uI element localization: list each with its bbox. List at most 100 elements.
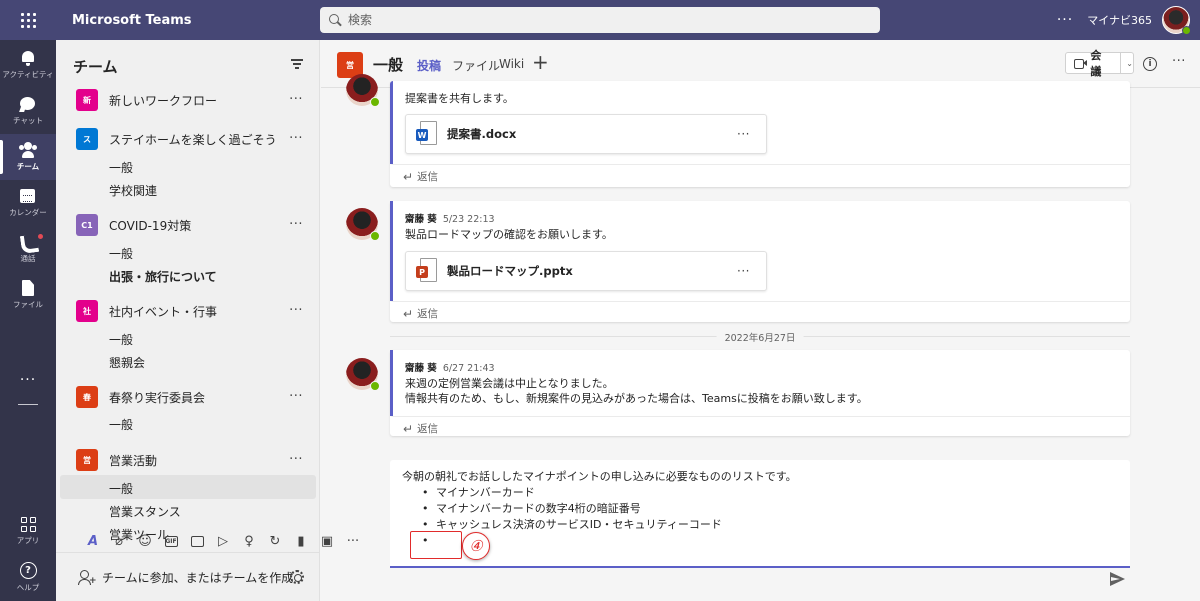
notification-badge: [38, 234, 43, 239]
avatar[interactable]: [346, 74, 380, 107]
gif-icon[interactable]: GIF: [158, 530, 184, 552]
post-message-line: 情報共有のため、もし、新規案件の見込みがあった場合は、Teamsに投稿をお願い致…: [405, 392, 868, 405]
join-or-create-team-link[interactable]: チームに参加、またはチームを作成: [102, 569, 293, 586]
compose-toolbar: A ⌀ ☺ GIF ▷ ♀ ↻ ▮ ▣ ···: [80, 528, 820, 554]
apps-icon: [20, 516, 36, 532]
search-box[interactable]: [320, 7, 880, 33]
rail-item-label: アプリ: [16, 535, 40, 545]
rail-item-label: カレンダー: [9, 208, 47, 217]
team-item-stay-home[interactable]: ス ステイホームを楽しく過ごそう ···: [56, 125, 320, 153]
praise-icon[interactable]: ♀: [236, 530, 262, 552]
approvals-icon[interactable]: ▣: [314, 530, 340, 552]
rail-item-activity[interactable]: アクティビティ: [0, 42, 56, 88]
reply-button[interactable]: ↵ 返信: [390, 301, 1130, 325]
loop-icon[interactable]: ↻: [262, 530, 288, 552]
rail-item-calls[interactable]: 通話: [0, 226, 56, 272]
join-team-icon: +: [78, 570, 97, 586]
rail-item-teams[interactable]: チーム: [0, 134, 56, 180]
channel-item[interactable]: 出張・旅行について: [109, 268, 217, 285]
reply-button[interactable]: ↵ 返信: [390, 416, 1130, 440]
channel-item[interactable]: 一般: [109, 416, 133, 433]
team-more-icon[interactable]: ···: [289, 217, 303, 232]
attachment-card[interactable]: P 製品ロードマップ.pptx ···: [405, 251, 767, 291]
tab-posts[interactable]: 投稿: [417, 57, 442, 84]
sticker-icon[interactable]: [184, 530, 210, 552]
team-item-sales[interactable]: 営 営業活動 ···: [56, 446, 320, 474]
rail-divider: [18, 404, 38, 405]
rail-item-apps[interactable]: アプリ: [0, 508, 56, 554]
word-file-icon: W: [416, 121, 438, 147]
tenant-name[interactable]: マイナビ365: [1087, 12, 1152, 28]
filter-icon[interactable]: [291, 59, 303, 69]
channel-item[interactable]: 学校関連: [109, 182, 157, 199]
post-body: 提案書を共有します。 W 提案書.docx ···: [390, 81, 1130, 164]
meet-button[interactable]: 会議 ⌄: [1065, 49, 1134, 78]
settings-more-icon[interactable]: ···: [1057, 12, 1073, 28]
format-icon[interactable]: A: [80, 530, 106, 552]
team-name: 新しいワークフロー: [109, 93, 218, 108]
reply-icon: ↵: [403, 421, 414, 436]
tab-wiki[interactable]: Wiki: [499, 57, 524, 71]
post-body: 齋藤 葵 6/27 21:43 来週の定例営業会議は中止となりました。 情報共有の…: [390, 350, 1130, 416]
post-meta: 齋藤 葵 5/23 22:13: [405, 211, 1118, 225]
info-icon[interactable]: i: [1143, 57, 1157, 71]
team-avatar: C1: [76, 214, 98, 236]
compose-intro: 今朝の朝礼でお話ししたマイナポイントの申し込みに必要なもののリストです。: [402, 470, 797, 483]
team-more-icon[interactable]: ···: [289, 92, 303, 107]
team-item-spring-festival[interactable]: 春 春祭り実行委員会 ···: [56, 383, 320, 411]
rail-more-apps-icon[interactable]: ···: [0, 372, 56, 388]
team-more-icon[interactable]: ···: [289, 303, 303, 318]
team-more-icon[interactable]: ···: [289, 131, 303, 146]
app-launcher-button[interactable]: [0, 0, 56, 40]
channel-item[interactable]: 一般: [109, 245, 133, 262]
search-input[interactable]: [348, 13, 848, 27]
team-more-icon[interactable]: ···: [289, 452, 303, 467]
bell-icon: [19, 50, 37, 66]
avatar[interactable]: [346, 358, 380, 391]
more-options-icon[interactable]: ···: [1172, 54, 1186, 69]
channel-item[interactable]: 一般: [109, 159, 133, 176]
channel-item-active[interactable]: 一般: [109, 480, 133, 497]
gear-icon[interactable]: [290, 570, 304, 584]
meet-now-icon[interactable]: ▷: [210, 530, 236, 552]
tab-files[interactable]: ファイル: [452, 57, 500, 74]
rail-item-label: チャット: [13, 116, 43, 125]
rail-item-help[interactable]: ? ヘルプ: [0, 554, 56, 600]
team-name: ステイホームを楽しく過ごそう: [109, 132, 277, 147]
channel-item[interactable]: 営業スタンス: [109, 503, 181, 520]
waffle-icon: [20, 12, 36, 28]
channel-item[interactable]: 懇親会: [109, 354, 145, 371]
attachment-more-icon[interactable]: ···: [737, 127, 750, 141]
channel-active-highlight: [60, 475, 316, 499]
attachment-more-icon[interactable]: ···: [737, 264, 750, 278]
reply-button[interactable]: ↵ 返信: [390, 164, 1130, 187]
post-author: 齋藤 葵: [405, 363, 437, 374]
chevron-down-icon[interactable]: ⌄: [1120, 53, 1133, 73]
team-avatar: ス: [76, 128, 98, 150]
attach-icon[interactable]: ⌀: [106, 530, 132, 552]
add-tab-icon[interactable]: +: [532, 50, 549, 74]
chat-icon: [19, 96, 37, 112]
attachment-card[interactable]: W 提案書.docx ···: [405, 114, 767, 154]
team-item-covid[interactable]: C1 COVID-19対策 ···: [56, 211, 320, 239]
post-time: 6/27 21:43: [442, 363, 495, 374]
reply-icon: ↵: [403, 169, 414, 184]
profile-avatar[interactable]: [1162, 6, 1191, 35]
file-icon: [19, 280, 37, 296]
rail-item-files[interactable]: ファイル: [0, 272, 56, 318]
channel-item[interactable]: 一般: [109, 331, 133, 348]
rail-item-label: 通話: [20, 254, 36, 263]
send-icon[interactable]: [1110, 572, 1126, 586]
reply-label: 返信: [417, 308, 439, 320]
rail-item-label: ファイル: [13, 300, 43, 309]
more-icon[interactable]: ···: [340, 530, 366, 552]
rail-item-chat[interactable]: チャット: [0, 88, 56, 134]
rail-item-calendar[interactable]: カレンダー: [0, 180, 56, 226]
rail-item-label: アクティビティ: [2, 70, 54, 79]
team-item-events[interactable]: 社 社内イベント・行事 ···: [56, 297, 320, 325]
emoji-icon[interactable]: ☺: [132, 530, 158, 552]
team-item-new-workflow[interactable]: 新 新しいワークフロー ···: [56, 86, 320, 114]
avatar[interactable]: [346, 208, 380, 241]
team-more-icon[interactable]: ···: [289, 389, 303, 404]
forms-icon[interactable]: ▮: [288, 530, 314, 552]
